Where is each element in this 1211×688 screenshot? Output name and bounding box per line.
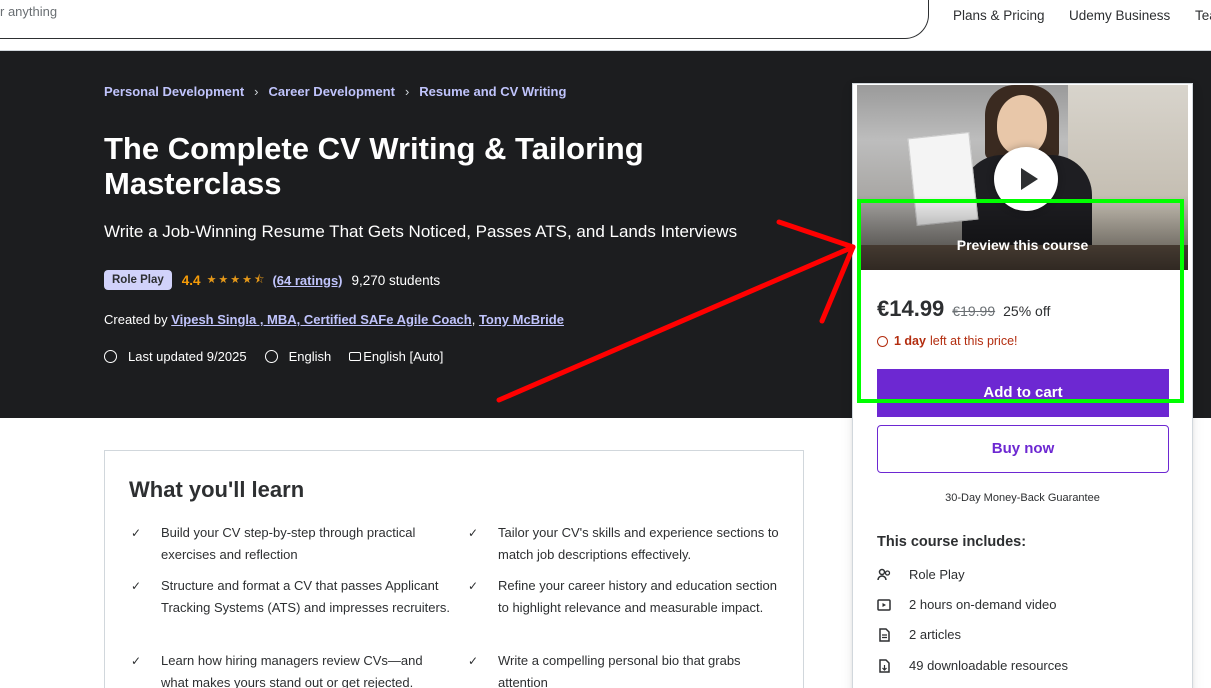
learn-item: ✓ Tailor your CV's skills and experience… — [468, 522, 788, 566]
course-subtitle: Write a Job-Winning Resume That Gets Not… — [104, 222, 738, 241]
check-icon: ✓ — [131, 579, 142, 593]
learn-item: ✓ Build your CV step-by-step through pra… — [131, 522, 451, 566]
created-by: Created by Vipesh Singla , MBA, Certifie… — [104, 312, 564, 327]
instructor-link-vipesh[interactable]: Vipesh Singla , MBA, Certified SAFe Agil… — [171, 312, 472, 327]
breadcrumb-resume-cv-writing[interactable]: Resume and CV Writing — [419, 84, 566, 99]
download-icon — [879, 658, 890, 673]
timer-text: left at this price! — [929, 334, 1018, 348]
check-icon: ✓ — [468, 654, 479, 668]
breadcrumb-personal-development[interactable]: Personal Development — [104, 84, 244, 99]
search-placeholder: r anything — [0, 4, 58, 19]
include-item: Role Play — [877, 567, 965, 582]
chevron-right-icon: › — [254, 84, 259, 99]
video-icon — [877, 598, 891, 611]
globe-icon — [264, 350, 278, 363]
rating-value: 4.4 — [181, 272, 201, 288]
check-icon: ✓ — [131, 526, 142, 540]
learn-item: ✓ Structure and format a CV that passes … — [131, 575, 451, 619]
rating-row: Role Play 4.4 ★★★★⯪ (64 ratings) 9,270 s… — [104, 270, 440, 290]
search-input[interactable]: r anything — [0, 0, 929, 39]
add-to-cart-button[interactable]: Add to cart — [877, 369, 1169, 417]
learn-item: ✓ Learn how hiring managers review CVs—a… — [131, 650, 451, 688]
breadcrumb: Personal Development › Career Developmen… — [104, 84, 566, 99]
original-price: €19.99 — [952, 303, 996, 319]
money-back-guarantee: 30-Day Money-Back Guarantee — [945, 492, 1100, 504]
course-title: The Complete CV Writing & Tailoring Mast… — [104, 131, 644, 201]
breadcrumb-career-development[interactable]: Career Development — [269, 84, 395, 99]
current-price: €14.99 — [877, 296, 945, 321]
include-item: 49 downloadable resources — [877, 658, 1068, 673]
chevron-right-icon: › — [404, 84, 410, 99]
preview-label: Preview this course — [956, 237, 1089, 253]
includes-title: This course includes: — [877, 534, 1027, 550]
role-play-icon — [877, 568, 891, 580]
include-item: 2 hours on-demand video — [877, 597, 1056, 612]
instructor-link-tony[interactable]: Tony McBride — [479, 312, 564, 327]
play-icon[interactable] — [994, 147, 1058, 211]
language: English — [288, 349, 332, 364]
buy-now-button[interactable]: Buy now — [877, 425, 1169, 473]
top-nav: r anything Plans & Pricing Udemy Busines… — [0, 0, 1211, 51]
learn-item: ✓ Write a compelling personal bio that g… — [468, 650, 788, 688]
captions-icon — [349, 352, 362, 361]
nav-link-plans-pricing[interactable]: Plans & Pricing — [953, 8, 1045, 23]
purchase-card: Preview this course €14.99 €19.99 25% of… — [852, 83, 1193, 688]
learn-title: What you'll learn — [129, 477, 305, 502]
check-icon: ✓ — [131, 654, 142, 668]
alert-badge-icon — [104, 350, 117, 363]
ratings-count-link[interactable]: (64 ratings) — [272, 273, 342, 288]
check-icon: ✓ — [468, 526, 479, 540]
created-by-label: Created by — [104, 312, 168, 327]
last-updated: Last updated 9/2025 — [128, 349, 247, 364]
nav-link-udemy-business[interactable]: Udemy Business — [1069, 8, 1170, 23]
article-icon — [879, 627, 890, 642]
price-row: €14.99 €19.99 25% off — [877, 296, 1050, 322]
check-icon: ✓ — [468, 579, 479, 593]
price-timer: 1 day left at this price! — [877, 334, 1018, 348]
what-youll-learn: What you'll learn ✓ Build your CV step-b… — [104, 450, 804, 688]
nav-link-teach[interactable]: Tea — [1195, 8, 1211, 23]
course-meta: Last updated 9/2025 English English [Aut… — [104, 349, 443, 364]
captions-language: English [Auto] — [363, 349, 444, 364]
course-preview[interactable]: Preview this course — [857, 85, 1188, 270]
students-count: 9,270 students — [351, 272, 441, 288]
timer-days: 1 day — [894, 334, 926, 348]
discount: 25% off — [1003, 303, 1051, 319]
alarm-clock-icon — [877, 335, 888, 347]
learn-item: ✓ Refine your career history and educati… — [468, 575, 788, 619]
star-rating-icon: ★★★★⯪ — [206, 273, 267, 286]
role-play-badge: Role Play — [104, 270, 172, 290]
include-item: 2 articles — [877, 627, 961, 642]
